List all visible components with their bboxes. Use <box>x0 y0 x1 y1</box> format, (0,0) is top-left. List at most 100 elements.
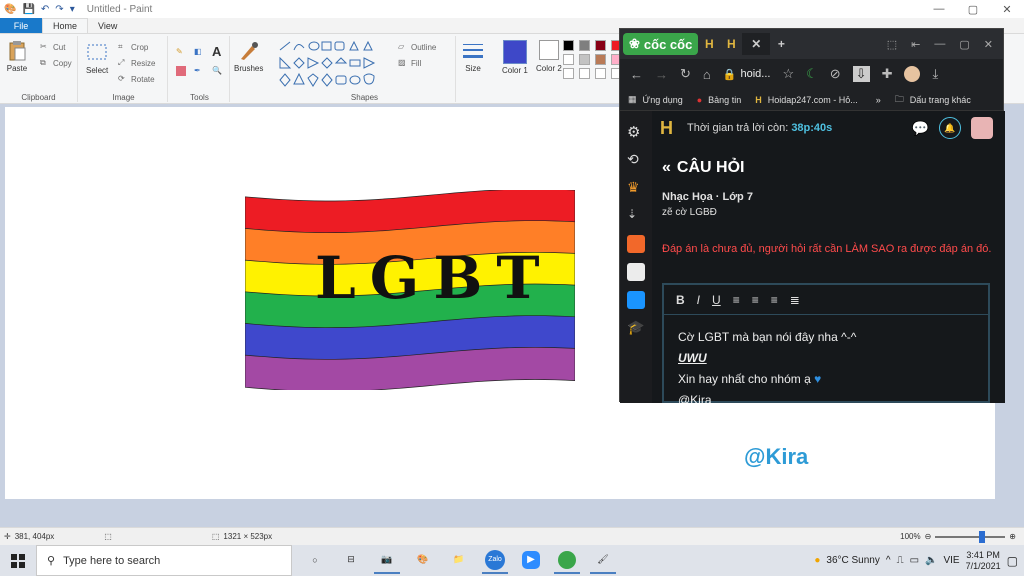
chat-icon[interactable]: 💬 <box>912 120 929 137</box>
fill-bucket-icon[interactable]: ◧ <box>194 47 204 57</box>
close-button[interactable]: ✕ <box>990 3 1024 16</box>
align-right-icon[interactable]: ≡ <box>771 293 778 307</box>
palette-swatch-empty[interactable] <box>563 68 574 79</box>
palette-swatch[interactable] <box>595 54 606 65</box>
palette-swatch[interactable] <box>579 40 590 51</box>
magnifier-icon[interactable]: 🔍 <box>212 66 222 76</box>
maximize-button[interactable]: ▢ <box>956 3 990 16</box>
bookmark-hoidap[interactable]: Hoidap247.com - Hỏ... <box>768 95 858 105</box>
italic-button[interactable]: I <box>697 293 700 307</box>
tab-hoidap-2[interactable]: H <box>720 33 742 55</box>
tab-view[interactable]: View <box>88 18 127 33</box>
reload-icon[interactable]: ↻ <box>680 66 691 82</box>
zoom-out-button[interactable]: ⊖ <box>925 532 932 541</box>
palette-swatch-empty[interactable] <box>595 68 606 79</box>
volume-icon[interactable]: 🔈 <box>925 555 937 566</box>
zoom-slider[interactable] <box>935 530 1006 543</box>
weather-text[interactable]: 36°C Sunny <box>826 555 879 566</box>
network-icon[interactable]: ⎍ <box>897 555 904 566</box>
bookmark-overflow[interactable]: » <box>876 95 881 105</box>
notification-bell-icon[interactable]: 🔔 <box>939 117 961 139</box>
tab-home[interactable]: Home <box>42 18 89 33</box>
history-icon[interactable]: ⟲ <box>627 151 645 169</box>
paint3d-app-icon[interactable]: 🎨 <box>410 548 436 574</box>
size-button[interactable]: Size <box>462 40 484 73</box>
palette-swatch-empty[interactable] <box>579 68 590 79</box>
align-center-icon[interactable]: ≡ <box>752 293 759 307</box>
palette-swatch[interactable] <box>563 54 574 65</box>
select-button[interactable]: Select <box>86 42 108 75</box>
tab-close-icon[interactable]: ✕ <box>742 33 771 55</box>
coccoc-app-icon[interactable] <box>554 548 580 574</box>
eraser-icon[interactable] <box>176 66 186 76</box>
tray-chevron-icon[interactable]: ^ <box>886 555 891 566</box>
home-icon[interactable]: ⌂ <box>703 67 711 82</box>
downloads-icon[interactable]: ⤓ <box>932 66 938 82</box>
minimize-button[interactable]: — <box>934 38 945 51</box>
copy-button[interactable]: ⧉ Copy <box>40 58 72 68</box>
text-tool-icon[interactable]: A <box>212 44 221 59</box>
crop-button[interactable]: ⌗ Crop <box>118 42 148 52</box>
color1-button[interactable]: Color 1 <box>502 40 528 75</box>
tab-file[interactable]: File <box>0 18 42 33</box>
vtv-app-icon[interactable] <box>627 263 645 281</box>
palette-swatch[interactable] <box>595 40 606 51</box>
save-icon[interactable]: 💾 <box>22 4 34 15</box>
resize-button[interactable]: ⤢ Resize <box>118 58 155 68</box>
bookmark-star-icon[interactable]: ☆ <box>782 66 794 82</box>
editor-content[interactable]: Cờ LGBT mà bạn nói đây nha ^-^ UWU Xin h… <box>678 327 856 403</box>
notifications-icon[interactable]: ▢ <box>1007 554 1018 568</box>
screenshot-icon[interactable]: ⬚ <box>887 38 897 51</box>
align-justify-icon[interactable]: ≣ <box>790 293 800 307</box>
dark-mode-icon[interactable]: ☾ <box>806 66 818 82</box>
outline-dropdown[interactable]: ▱ Outline <box>398 42 436 52</box>
customize-dropdown-icon[interactable]: ▾ <box>70 4 75 15</box>
paste-button[interactable]: Paste <box>6 40 28 73</box>
bold-button[interactable]: B <box>676 293 685 307</box>
language-indicator[interactable]: VIE <box>943 555 959 566</box>
education-hat-icon[interactable]: 🎓 <box>627 319 645 337</box>
color-picker-icon[interactable]: ✒ <box>194 66 204 76</box>
address-bar[interactable]: 🔒 hoid... <box>723 68 771 81</box>
calendar-app-icon[interactable] <box>627 235 645 253</box>
battery-icon[interactable]: ▭ <box>910 555 919 566</box>
answer-editor[interactable]: B I U ≡ ≡ ≡ ≣ Cờ LGBT mà bạn nói đây nha… <box>662 283 990 403</box>
palette-swatch[interactable] <box>563 40 574 51</box>
cortana-icon[interactable]: ○ <box>302 548 328 574</box>
bookmark-other[interactable]: Dấu trang khác <box>910 95 971 105</box>
user-avatar[interactable] <box>971 117 993 139</box>
brushes-button[interactable]: Brushes <box>234 40 263 73</box>
bookmark-apps[interactable]: Ứng dụng <box>643 95 683 105</box>
bookmark-news[interactable]: Bảng tin <box>708 95 741 105</box>
clock[interactable]: 3:41 PM 7/1/2021 <box>966 550 1001 572</box>
file-explorer-icon[interactable]: 📁 <box>446 548 472 574</box>
double-chevron-left-icon[interactable]: « <box>662 159 671 177</box>
new-tab-icon[interactable]: + <box>770 33 792 55</box>
redo-icon[interactable]: ↷ <box>55 4 63 15</box>
cut-button[interactable]: ✂ Cut <box>40 42 65 52</box>
settings-gear-icon[interactable]: ⚙ <box>627 123 645 141</box>
zalo-app-icon[interactable]: Zalo <box>482 548 508 574</box>
paint-app-taskbar-icon[interactable]: 🖌 <box>590 548 616 574</box>
back-icon[interactable]: ← <box>630 67 643 82</box>
task-view-icon[interactable]: ⊟ <box>338 548 364 574</box>
hoidap-logo[interactable]: H <box>660 118 673 139</box>
sidebar-toggle-icon[interactable]: ⇣ <box>627 207 645 225</box>
maximize-button[interactable]: ▢ <box>959 38 969 51</box>
pencil-icon[interactable]: ✎ <box>176 47 186 57</box>
extensions-icon[interactable]: ✚ <box>882 66 893 82</box>
crown-icon[interactable]: ♛ <box>627 179 645 197</box>
download-save-icon[interactable]: ⇩ <box>852 66 870 82</box>
zoom-app-icon[interactable]: ▶ <box>518 548 544 574</box>
color2-button[interactable]: Color 2 <box>536 40 562 73</box>
rotate-button[interactable]: ⟳ Rotate <box>118 74 155 84</box>
coccoc-menu-button[interactable]: ❀ cốc cốc <box>623 33 699 55</box>
palette-swatch[interactable] <box>579 54 590 65</box>
fill-dropdown[interactable]: ▨ Fill <box>398 58 421 68</box>
minimize-button[interactable]: — <box>922 3 956 16</box>
adblock-icon[interactable]: ⊘ <box>830 66 841 82</box>
tiki-app-icon[interactable] <box>627 291 645 309</box>
close-button[interactable]: ✕ <box>984 38 993 51</box>
zoom-in-button[interactable]: ⊕ <box>1009 532 1016 541</box>
underline-button[interactable]: U <box>712 293 721 307</box>
